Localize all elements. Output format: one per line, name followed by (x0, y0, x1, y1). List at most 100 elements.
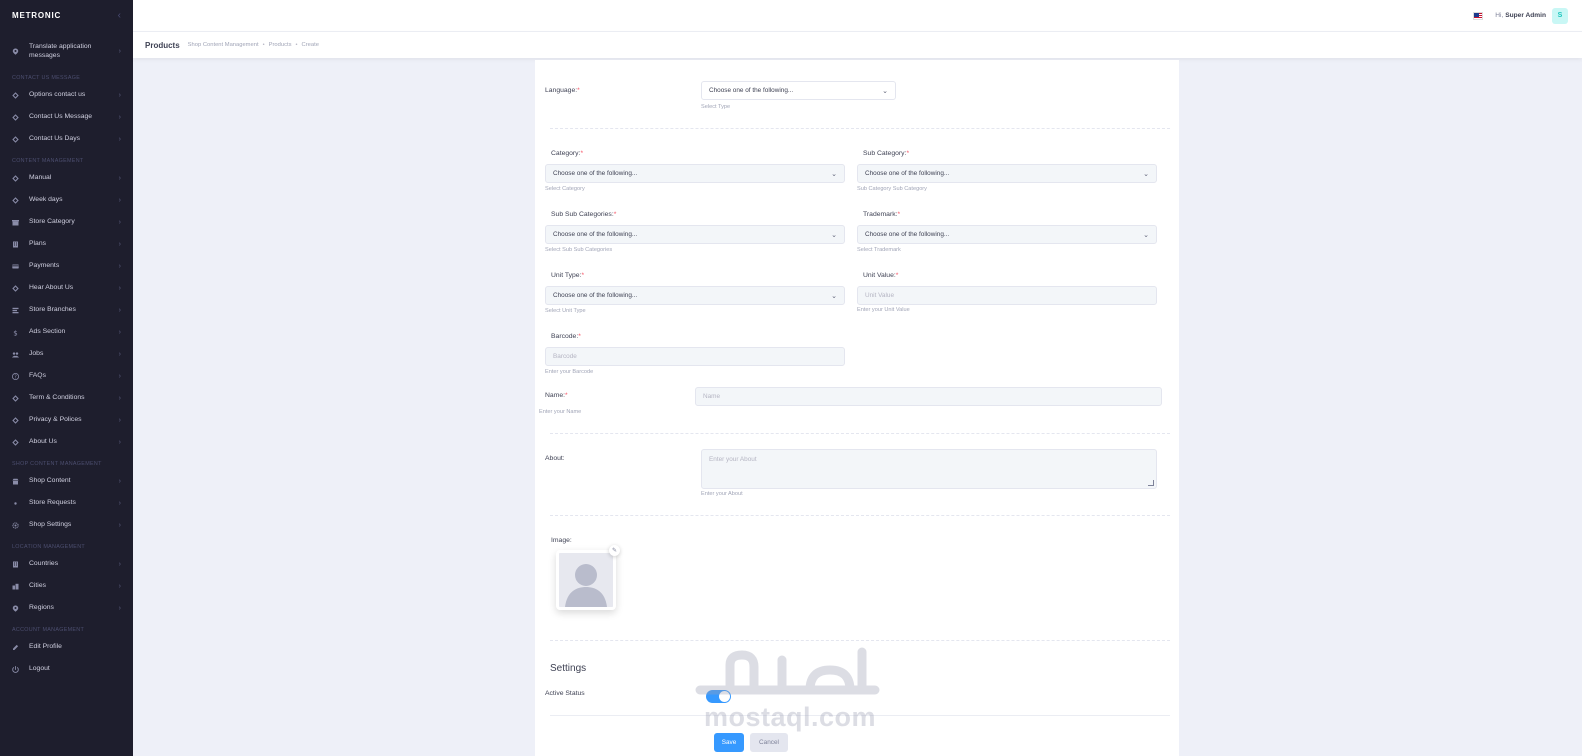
image-upload-preview[interactable] (556, 550, 616, 610)
about-placeholder: Enter your About (709, 456, 757, 463)
sidebar-item-regions[interactable]: Regions › (0, 597, 133, 619)
sidebar-item-ads-section[interactable]: $ Ads Section › (0, 321, 133, 343)
sidebar-item-about-us[interactable]: About Us › (0, 431, 133, 453)
pencil-icon[interactable]: ✎ (609, 545, 620, 556)
branches-icon (12, 307, 19, 314)
sidebar-item-contact-us-message[interactable]: Contact Us Message › (0, 106, 133, 128)
sidebar-item-privacy-polices[interactable]: Privacy & Polices › (0, 409, 133, 431)
user-name: Super Admin (1505, 12, 1546, 19)
active-status-toggle[interactable] (706, 690, 731, 703)
sidebar-item-hear-about-us[interactable]: Hear About Us › (0, 277, 133, 299)
sidebar-item-faqs[interactable]: ? FAQs › (0, 365, 133, 387)
trademark-select-value: Choose one of the following... (865, 231, 950, 238)
chevron-right-icon: › (118, 350, 121, 358)
sidebar-item-edit-profile[interactable]: Edit Profile (0, 636, 133, 658)
sidebar-item-translate-application-messages[interactable]: Translate application messages › (0, 35, 133, 67)
chevron-down-icon: ⌄ (1143, 170, 1149, 178)
sidebar-item-countries[interactable]: Countries › (0, 553, 133, 575)
sidebar-item-manual[interactable]: Manual › (0, 167, 133, 189)
language-select[interactable]: Choose one of the following... ⌄ (701, 81, 896, 100)
sidebar-item-label: Options contact us (29, 91, 86, 99)
unit-value-label: Unit Value:* (863, 272, 899, 279)
about-textarea[interactable]: Enter your About (701, 449, 1157, 489)
dollar-icon: $ (12, 329, 19, 336)
name-label: Name:* (545, 392, 568, 399)
avatar[interactable]: S (1552, 7, 1568, 24)
unit-type-select-value: Choose one of the following... (553, 292, 638, 299)
sub-sub-categories-select[interactable]: Choose one of the following... ⌄ (545, 225, 845, 244)
sidebar-item-week-days[interactable]: Week days › (0, 189, 133, 211)
language-hint: Select Type (701, 104, 731, 110)
pin-icon (12, 605, 19, 612)
sidebar-item-label: Term & Conditions (29, 394, 85, 402)
save-button[interactable]: Save (714, 733, 744, 752)
sidebar-item-label: Cities (29, 582, 46, 590)
sidebar-item-plans[interactable]: Plans › (0, 233, 133, 255)
barcode-label: Barcode:* (551, 333, 581, 340)
resize-handle-icon[interactable] (1148, 480, 1154, 486)
question-icon: ? (12, 372, 19, 380)
sub-sub-categories-hint: Select Sub Sub Categories (545, 247, 613, 253)
sidebar-item-store-category[interactable]: Store Category › (0, 211, 133, 233)
settings-icon (12, 521, 19, 529)
sidebar-section-title: ACCOUNT MANAGEMENT (12, 627, 85, 633)
cancel-button[interactable]: Cancel (750, 733, 788, 752)
divider (550, 128, 1170, 129)
diamond-icon (12, 174, 19, 182)
user-greeting[interactable]: Hi, Super Admin (1495, 12, 1546, 19)
sidebar-item-options-contact-us[interactable]: Options contact us › (0, 84, 133, 106)
chevron-down-icon: ⌄ (831, 170, 837, 178)
settings-title: Settings (550, 663, 587, 674)
trademark-select[interactable]: Choose one of the following... ⌄ (857, 225, 1157, 244)
sidebar-item-contact-us-days[interactable]: Contact Us Days › (0, 128, 133, 150)
sub-category-hint: Sub Category Sub Category (857, 186, 927, 192)
product-form-card: Language:* Choose one of the following..… (535, 60, 1179, 756)
chevron-right-icon: › (118, 499, 121, 507)
card-icon (12, 263, 19, 270)
user-placeholder-icon (559, 553, 613, 607)
about-hint: Enter your About (701, 491, 743, 497)
brand-logo[interactable]: METRONIC (12, 11, 61, 20)
sidebar-item-label: FAQs (29, 372, 46, 380)
us-flag-icon[interactable] (1473, 11, 1484, 20)
unit-type-select[interactable]: Choose one of the following... ⌄ (545, 286, 845, 305)
name-input[interactable]: Name (695, 387, 1162, 406)
category-hint: Select Category (545, 186, 585, 192)
sidebar-item-jobs[interactable]: Jobs › (0, 343, 133, 365)
building-icon (12, 561, 19, 568)
chevron-right-icon: › (118, 328, 121, 336)
sidebar-item-store-requests[interactable]: Store Requests › (0, 492, 133, 514)
sidebar-section-title: CONTENT MANAGEMENT (12, 158, 84, 164)
sidebar-item-payments[interactable]: Payments › (0, 255, 133, 277)
sidebar-item-label: Store Branches (29, 306, 76, 314)
sidebar-item-cities[interactable]: Cities › (0, 575, 133, 597)
sub-category-label: Sub Category:* (863, 150, 910, 157)
sidebar-item-shop-settings[interactable]: Shop Settings › (0, 514, 133, 536)
diamond-icon (12, 135, 19, 143)
barcode-input[interactable]: Barcode (545, 347, 845, 366)
sidebar-collapse-icon[interactable]: ‹ (118, 10, 121, 21)
breadcrumb-item[interactable]: Products (269, 42, 292, 48)
sub-category-select[interactable]: Choose one of the following... ⌄ (857, 164, 1157, 183)
dot-icon (12, 500, 19, 507)
top-header: Hi, Super Admin S (133, 0, 1582, 31)
image-label: Image: (551, 537, 572, 544)
unit-value-input[interactable]: Unit Value (857, 286, 1157, 305)
diamond-icon (12, 196, 19, 204)
sidebar-item-shop-content[interactable]: Shop Content › (0, 470, 133, 492)
chevron-down-icon: ⌄ (882, 87, 888, 95)
unit-value-hint: Enter your Unit Value (857, 307, 910, 313)
category-select[interactable]: Choose one of the following... ⌄ (545, 164, 845, 183)
sidebar-item-term-conditions[interactable]: Term & Conditions › (0, 387, 133, 409)
breadcrumb-item[interactable]: Shop Content Management (188, 42, 259, 48)
chevron-right-icon: › (118, 416, 121, 424)
chevron-right-icon: › (118, 560, 121, 568)
sidebar-item-store-branches[interactable]: Store Branches › (0, 299, 133, 321)
brand: METRONIC ‹ (0, 0, 133, 30)
sidebar-item-label: Payments (29, 262, 60, 270)
sidebar-item-logout[interactable]: Logout (0, 658, 133, 680)
chevron-right-icon: › (118, 284, 121, 292)
divider (550, 515, 1170, 516)
logout-icon (12, 665, 19, 673)
chevron-right-icon: › (118, 306, 121, 314)
